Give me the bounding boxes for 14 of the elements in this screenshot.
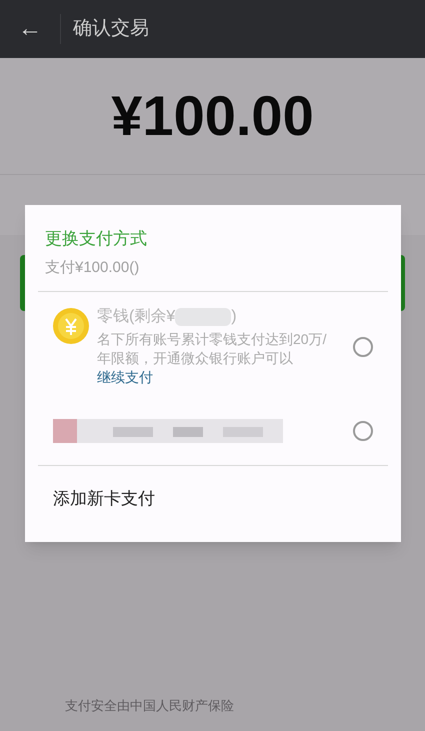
balance-label: 零钱(剩余¥ — [97, 307, 176, 327]
back-button[interactable]: ← — [0, 11, 60, 47]
coin-icon — [53, 308, 89, 344]
dialog-subtitle: 支付¥100.00() — [45, 258, 140, 278]
amount-text: ¥100.00 — [111, 83, 314, 149]
limit-note: 名下所有账号累计零钱支付达到20万/年限额，开通微众银行账户可以 继续支付 — [97, 330, 328, 387]
add-card-option[interactable]: 添加新卡支付 — [25, 466, 401, 532]
page-title: 确认交易 — [73, 16, 149, 41]
balance-label-end: ) — [231, 307, 237, 327]
continue-pay-link[interactable]: 继续支付 — [97, 369, 153, 385]
footer-note: 支付安全由中国人民财产保险 — [65, 696, 234, 714]
dialog-title: 更换支付方式 — [45, 228, 148, 250]
radio-button[interactable] — [353, 336, 373, 356]
radio-button[interactable] — [353, 421, 373, 441]
